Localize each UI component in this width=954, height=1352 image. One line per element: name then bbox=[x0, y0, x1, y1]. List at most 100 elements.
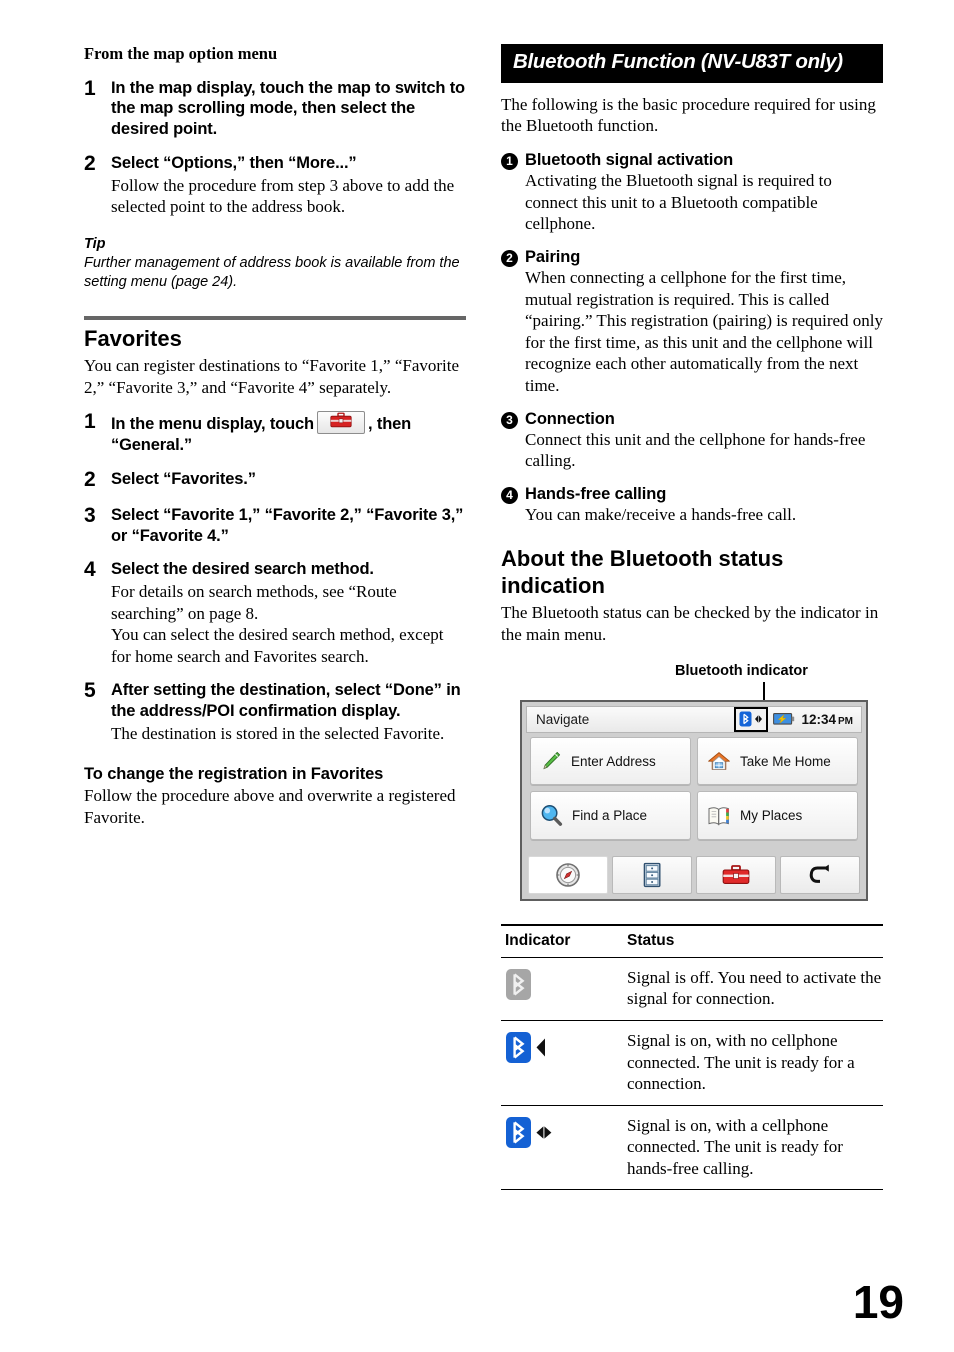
step-title: Select “Favorites.” bbox=[111, 470, 256, 489]
bluetooth-step-title: Connection bbox=[525, 409, 615, 428]
step-item: 2 Select “Favorites.” bbox=[84, 468, 466, 492]
device-screen-mockup: Navigate 12:34 PM Enter Address Take Me … bbox=[520, 699, 868, 901]
step-number: 5 bbox=[84, 679, 96, 703]
device-tab-file-cabinet[interactable] bbox=[612, 855, 692, 894]
circled-number: 2 bbox=[501, 247, 525, 397]
device-tab-bar bbox=[528, 855, 860, 894]
status-indication-heading: About the Bluetooth status indication bbox=[501, 546, 784, 598]
circled-number: 1 bbox=[501, 150, 525, 235]
right-column: Bluetooth Function (NV-U83T only) The fo… bbox=[501, 44, 883, 1191]
page-number: 19 bbox=[852, 1276, 904, 1328]
step-number: 1 bbox=[84, 76, 96, 100]
bluetooth-step-title: Pairing bbox=[525, 247, 581, 266]
tip-label: Tip bbox=[84, 235, 106, 252]
step-item: 2 Select “Options,” then “More...” Follo… bbox=[84, 151, 466, 218]
step-number: 3 bbox=[84, 503, 96, 527]
step-number: 2 bbox=[84, 468, 96, 492]
connection-arrows-icon bbox=[755, 715, 763, 724]
bluetooth-step-title: Hands-free calling bbox=[525, 484, 667, 503]
step-title-before: In the menu display, touch bbox=[111, 415, 314, 434]
bluetooth-step: 4 Hands-free calling You can make/receiv… bbox=[501, 484, 883, 526]
toolbox-icon bbox=[722, 864, 750, 884]
step-title: Select the desired search method. bbox=[111, 560, 374, 579]
step-title: Select “Options,” then “More...” bbox=[111, 153, 357, 172]
device-button-label: Find a Place bbox=[572, 808, 648, 824]
compass-icon bbox=[556, 862, 580, 887]
toolbox-glyph bbox=[330, 412, 352, 428]
step-number: 4 bbox=[84, 558, 96, 582]
bluetooth-connected-icon bbox=[505, 1115, 627, 1180]
table-header-status: Status bbox=[627, 931, 675, 949]
table-cell-status: Signal is off. You need to activate the … bbox=[627, 967, 882, 1009]
step-item: 5 After setting the destination, select … bbox=[84, 680, 466, 744]
pencil-icon bbox=[543, 751, 561, 770]
change-registration-heading: To change the registration in Favorites bbox=[84, 764, 384, 783]
device-button-take-me-home[interactable]: Take Me Home bbox=[697, 736, 858, 786]
house-icon bbox=[708, 752, 730, 770]
battery-charging-icon bbox=[773, 712, 795, 726]
step-title: In the menu display, touch , then “Gener… bbox=[111, 411, 466, 456]
device-tab-back[interactable] bbox=[780, 855, 860, 894]
bluetooth-step-description: When connecting a cellphone for the firs… bbox=[525, 268, 884, 395]
step-number: 1 bbox=[84, 410, 96, 434]
bluetooth-step-description: Connect this unit and the cellphone for … bbox=[525, 429, 866, 471]
file-cabinet-icon bbox=[643, 862, 661, 887]
step-description: Follow the procedure from step 3 above t… bbox=[111, 175, 455, 217]
table-cell-status: Signal is on, with no cellphone connecte… bbox=[627, 1030, 855, 1094]
device-tab-toolbox[interactable] bbox=[696, 855, 776, 894]
device-button-my-places[interactable]: My Places bbox=[697, 791, 858, 840]
device-tab-compass[interactable] bbox=[528, 855, 608, 894]
bluetooth-intro: The following is the basic procedure req… bbox=[501, 94, 876, 136]
step-item: 1 In the map display, touch the map to s… bbox=[84, 76, 466, 140]
step-title: After setting the destination, select “D… bbox=[111, 681, 461, 721]
magnifier-icon bbox=[541, 805, 563, 826]
bluetooth-step-description: You can make/receive a hands-free call. bbox=[525, 504, 797, 524]
favorites-heading: Favorites bbox=[84, 325, 182, 351]
bluetooth-off-icon bbox=[505, 967, 627, 1010]
section-divider bbox=[84, 315, 466, 320]
circled-number: 3 bbox=[501, 409, 525, 472]
table-row: Signal is on, with no cellphone connecte… bbox=[501, 1021, 883, 1105]
step-number: 2 bbox=[84, 151, 96, 175]
callout-label: Bluetooth indicator bbox=[675, 662, 808, 679]
bluetooth-step: 1 Bluetooth signal activation Activating… bbox=[501, 150, 883, 235]
book-icon bbox=[708, 806, 729, 825]
step-item: 4 Select the desired search method. For … bbox=[84, 558, 466, 667]
bluetooth-icon bbox=[739, 711, 752, 727]
step-description: The destination is stored in the selecte… bbox=[111, 723, 445, 743]
device-button-enter-address[interactable]: Enter Address bbox=[530, 736, 691, 786]
table-bottom-rule bbox=[501, 1189, 883, 1191]
device-menu-grid: Enter Address Take Me Home Find a Place … bbox=[530, 736, 858, 840]
table-cell-status: Signal is on, with a cellphone connected… bbox=[627, 1115, 843, 1178]
device-status-bar: Navigate 12:34 PM bbox=[526, 705, 862, 733]
map-option-menu-heading: From the map option menu bbox=[84, 44, 278, 63]
circled-number: 4 bbox=[501, 484, 525, 526]
bluetooth-ready-icon bbox=[505, 1030, 627, 1095]
device-button-label: My Places bbox=[740, 808, 803, 824]
bluetooth-step: 2 Pairing When connecting a cellphone fo… bbox=[501, 247, 883, 397]
bluetooth-function-banner: Bluetooth Function (NV-U83T only) bbox=[501, 44, 883, 83]
step-title: In the map display, touch the map to swi… bbox=[111, 78, 465, 139]
table-row: Signal is off. You need to activate the … bbox=[501, 958, 883, 1020]
table-header-row: Indicator Status bbox=[501, 926, 883, 957]
step-item: 3 Select “Favorite 1,” “Favorite 2,” “Fa… bbox=[84, 503, 466, 547]
indicator-table: Indicator Status Signal is off. You need… bbox=[501, 923, 883, 1191]
step-item: 1 In the menu display, touch , then “Gen bbox=[84, 411, 466, 456]
device-button-find-a-place[interactable]: Find a Place bbox=[530, 791, 691, 840]
device-status-title: Navigate bbox=[536, 711, 590, 727]
step-title: Select “Favorite 1,” “Favorite 2,” “Favo… bbox=[111, 505, 464, 545]
manual-page: From the map option menu 1 In the map di… bbox=[0, 0, 954, 1352]
bluetooth-indicator bbox=[734, 706, 769, 732]
step-description: For details on search methods, see “Rout… bbox=[111, 582, 444, 666]
change-registration-text: Follow the procedure above and overwrite… bbox=[84, 786, 456, 827]
tip-block: Tip Further management of address book i… bbox=[84, 235, 466, 293]
clock-ampm: PM bbox=[838, 715, 853, 727]
device-button-label: Enter Address bbox=[571, 753, 656, 769]
bluetooth-step-description: Activating the Bluetooth signal is requi… bbox=[525, 171, 832, 234]
toolbox-icon bbox=[316, 411, 365, 435]
callout: Bluetooth indicator bbox=[501, 662, 883, 704]
left-column: From the map option menu 1 In the map di… bbox=[84, 44, 466, 829]
device-button-label: Take Me Home bbox=[740, 753, 831, 769]
bluetooth-step-title: Bluetooth signal activation bbox=[525, 151, 734, 170]
table-row: Signal is on, with a cellphone connected… bbox=[501, 1106, 883, 1190]
